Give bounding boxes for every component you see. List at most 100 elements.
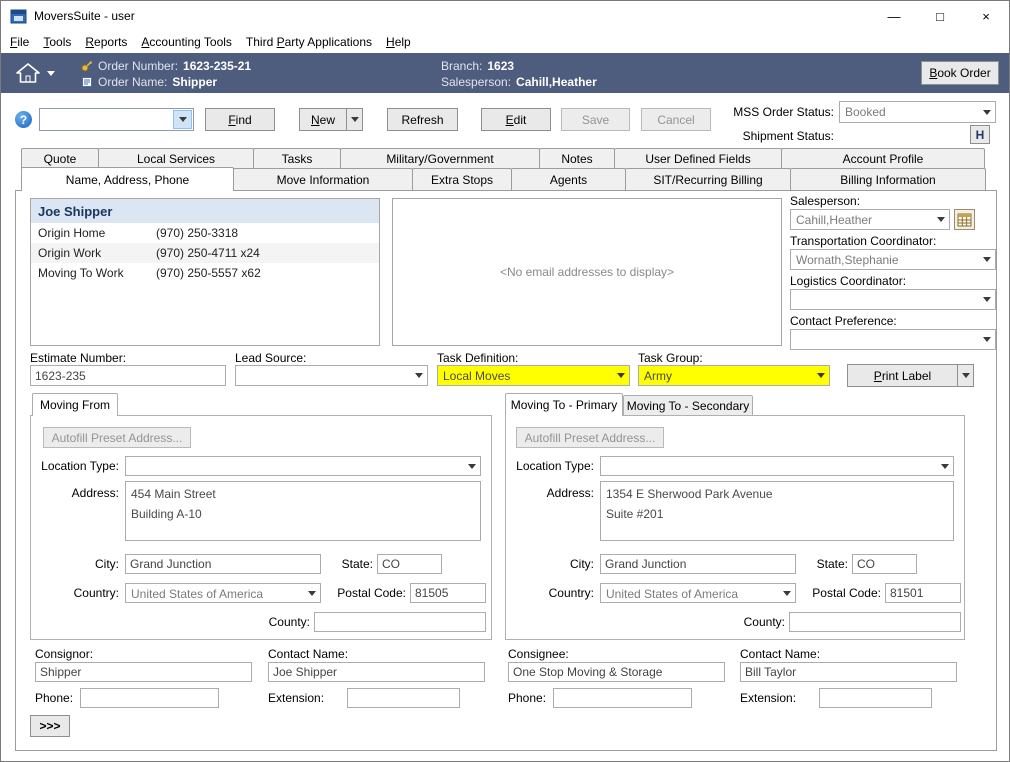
tab-extra-stops[interactable]: Extra Stops — [412, 168, 512, 190]
county-field[interactable] — [314, 612, 486, 632]
title-bar: MoversSuite - user — □ × — [1, 1, 1009, 31]
close-button[interactable]: × — [963, 1, 1009, 31]
postal-code-field[interactable] — [885, 583, 961, 603]
consignor-field[interactable] — [35, 662, 252, 682]
city-field[interactable] — [125, 554, 321, 574]
help-icon[interactable]: ? — [15, 111, 32, 128]
postal-code-label: Postal Code: — [801, 586, 881, 600]
phone-row[interactable]: Origin Home (970) 250-3318 — [31, 223, 379, 243]
country-value: United States of America — [131, 587, 302, 601]
transportation-coordinator-combo[interactable]: Wornath,Stephanie — [790, 249, 996, 270]
print-label-dropdown-arrow[interactable] — [957, 365, 973, 386]
branch-label: Branch: — [441, 59, 482, 73]
consignee-phone-field[interactable] — [553, 688, 692, 708]
find-button[interactable]: Find — [205, 108, 275, 131]
county-label: County: — [705, 615, 785, 629]
search-dropdown-button[interactable] — [173, 110, 192, 129]
search-input[interactable] — [41, 110, 173, 129]
city-field[interactable] — [600, 554, 796, 574]
print-label-button[interactable]: Print Label — [847, 364, 974, 387]
consignor-contact-name-field[interactable] — [268, 662, 485, 682]
book-order-button[interactable]: Book Order — [921, 61, 999, 85]
tab-name-address-phone[interactable]: Name, Address, Phone — [21, 167, 234, 191]
county-field[interactable] — [789, 612, 961, 632]
address-box[interactable]: 454 Main Street Building A-10 — [125, 481, 481, 541]
no-email-message: <No email addresses to display> — [393, 199, 781, 345]
consignor-phone-field[interactable] — [80, 688, 219, 708]
consignee-field[interactable] — [508, 662, 725, 682]
tab-sit-recurring-billing[interactable]: SIT/Recurring Billing — [625, 168, 791, 190]
estimate-number-field[interactable] — [30, 365, 226, 386]
menu-accounting-tools[interactable]: Accounting Tools — [134, 32, 239, 52]
window-title: MoversSuite - user — [34, 9, 135, 23]
consignee-contact-name-field[interactable] — [740, 662, 957, 682]
chevron-down-icon — [978, 290, 995, 309]
calendar-icon — [957, 212, 972, 227]
salesperson-calendar-button[interactable] — [954, 209, 975, 230]
country-label: Country: — [534, 586, 594, 600]
address-line: Building A-10 — [131, 504, 475, 524]
phone-row[interactable]: Moving To Work (970) 250-5557 x62 — [31, 263, 379, 283]
city-label: City: — [79, 557, 119, 571]
state-field[interactable] — [852, 554, 917, 574]
edit-button[interactable]: Edit — [481, 108, 551, 131]
salesperson-value: Cahill,Heather — [796, 213, 931, 227]
task-group-combo[interactable]: Army — [638, 365, 830, 386]
order-number-value: 1623-235-21 — [183, 59, 251, 73]
tab-local-services[interactable]: Local Services — [98, 148, 254, 168]
consignee-phone-label: Phone: — [508, 691, 546, 705]
chevron-down-icon — [303, 584, 320, 602]
mss-order-status-combo[interactable]: Booked — [839, 101, 996, 123]
address-box[interactable]: 1354 E Sherwood Park Avenue Suite #201 — [600, 481, 954, 541]
phone-number: (970) 250-4711 x24 — [156, 246, 260, 260]
tab-military-government[interactable]: Military/Government — [340, 148, 540, 168]
expand-button[interactable]: >>> — [30, 715, 70, 737]
logistics-coordinator-combo[interactable] — [790, 289, 996, 310]
county-label: County: — [230, 615, 310, 629]
contact-name-header: Joe Shipper — [31, 199, 379, 223]
location-type-combo[interactable] — [125, 456, 481, 476]
menu-tools[interactable]: Tools — [36, 32, 78, 52]
consignor-extension-field[interactable] — [347, 688, 460, 708]
tab-tasks[interactable]: Tasks — [253, 148, 341, 168]
home-menu-button[interactable] — [15, 61, 55, 85]
refresh-button[interactable]: Refresh — [387, 108, 458, 131]
tab-billing-information[interactable]: Billing Information — [790, 168, 986, 190]
location-type-combo[interactable] — [600, 456, 954, 476]
minimize-button[interactable]: — — [871, 1, 917, 31]
country-combo[interactable]: United States of America — [125, 583, 321, 603]
history-button[interactable]: H — [970, 125, 990, 144]
address-line: Suite #201 — [606, 504, 948, 524]
tab-move-information[interactable]: Move Information — [233, 168, 413, 190]
task-definition-combo[interactable]: Local Moves — [437, 365, 630, 386]
tab-notes[interactable]: Notes — [539, 148, 615, 168]
salesperson-combo[interactable]: Cahill,Heather — [790, 209, 950, 230]
tab-row-2: Name, Address, Phone Move Information Ex… — [21, 168, 985, 191]
menu-third-party-applications[interactable]: Third Party Applications — [239, 32, 379, 52]
maximize-button[interactable]: □ — [917, 1, 963, 31]
menu-file[interactable]: File — [3, 32, 36, 52]
menu-help[interactable]: Help — [379, 32, 418, 52]
salesperson-row: Salesperson: Cahill,Heather — [441, 74, 597, 90]
tab-quote[interactable]: Quote — [21, 148, 99, 168]
lead-source-combo[interactable] — [235, 365, 428, 386]
country-combo[interactable]: United States of America — [600, 583, 796, 603]
tab-moving-to-secondary[interactable]: Moving To - Secondary — [623, 395, 753, 415]
new-button[interactable]: New — [299, 108, 363, 131]
menu-reports[interactable]: Reports — [78, 32, 134, 52]
address-label: Address: — [534, 486, 594, 500]
shipment-status-label: Shipment Status: — [691, 129, 834, 143]
tab-account-profile[interactable]: Account Profile — [781, 148, 985, 168]
state-field[interactable] — [377, 554, 442, 574]
contact-preference-combo[interactable] — [790, 329, 996, 350]
tab-user-defined-fields[interactable]: User Defined Fields — [614, 148, 782, 168]
postal-code-field[interactable] — [410, 583, 486, 603]
location-type-label: Location Type: — [35, 459, 119, 473]
tab-moving-to-primary[interactable]: Moving To - Primary — [505, 393, 623, 416]
consignee-extension-field[interactable] — [819, 688, 932, 708]
phone-row[interactable]: Origin Work (970) 250-4711 x24 — [31, 243, 379, 263]
new-dropdown-arrow[interactable] — [346, 109, 362, 130]
tab-agents[interactable]: Agents — [511, 168, 626, 190]
tab-moving-from[interactable]: Moving From — [32, 393, 118, 416]
country-value: United States of America — [606, 587, 777, 601]
